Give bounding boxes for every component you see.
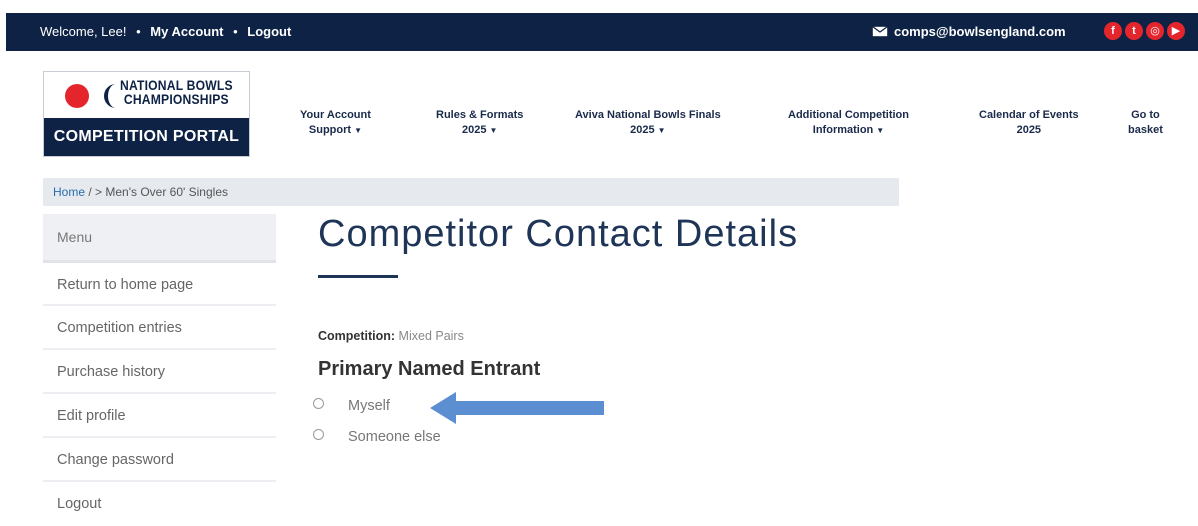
radio-option-myself[interactable]: Myself bbox=[313, 398, 390, 414]
sidebar-item-return-home[interactable]: Return to home page bbox=[43, 260, 276, 304]
nav-label: Support bbox=[308, 124, 352, 136]
nav-label: Calendar of Events bbox=[979, 109, 1079, 121]
logo-portal-text: COMPETITION PORTAL bbox=[44, 118, 249, 156]
nav-additional-competition-info[interactable]: Additional Competition Information ▼ bbox=[788, 108, 909, 138]
nav-calendar-of-events[interactable]: Calendar of Events 2025 bbox=[979, 108, 1079, 138]
nav-label: 2025 bbox=[1016, 124, 1042, 136]
sidebar-header: Menu bbox=[43, 214, 276, 260]
breadcrumb-home-link[interactable]: Home bbox=[53, 185, 85, 199]
nav-rules-formats[interactable]: Rules & Formats 2025 ▼ bbox=[436, 108, 523, 138]
competition-info: Competition: Mixed Pairs bbox=[318, 329, 464, 343]
youtube-icon[interactable]: ▶ bbox=[1167, 22, 1185, 40]
logo-brand-text: NATIONAL BOWLS CHAMPIONSHIPS bbox=[120, 79, 233, 107]
sidebar-item-logout[interactable]: Logout bbox=[43, 480, 276, 524]
sidebar-menu: Menu Return to home page Competition ent… bbox=[43, 214, 276, 524]
my-account-link[interactable]: My Account bbox=[150, 24, 223, 39]
site-logo[interactable]: NATIONAL BOWLS CHAMPIONSHIPS COMPETITION… bbox=[43, 71, 250, 157]
logo-top: NATIONAL BOWLS CHAMPIONSHIPS bbox=[44, 72, 249, 118]
bowls-logo-icon bbox=[65, 84, 116, 108]
nav-go-to-basket[interactable]: Go to basket bbox=[1128, 108, 1163, 138]
email-text: comps@bowlsengland.com bbox=[894, 24, 1066, 39]
page-title: Competitor Contact Details bbox=[318, 213, 799, 255]
nav-label: 2025 bbox=[462, 124, 487, 136]
breadcrumb: Home / > Men's Over 60' Singles bbox=[43, 178, 899, 206]
section-title: Primary Named Entrant bbox=[318, 358, 541, 380]
radio-button[interactable] bbox=[313, 398, 324, 409]
envelope-icon bbox=[872, 26, 888, 37]
facebook-icon[interactable]: f bbox=[1104, 22, 1122, 40]
separator: • bbox=[233, 24, 238, 39]
sidebar-item-edit-profile[interactable]: Edit profile bbox=[43, 392, 276, 436]
radio-label: Someone else bbox=[348, 429, 441, 445]
nav-your-account-support[interactable]: Your Account Support ▼ bbox=[300, 108, 371, 138]
nav-label: basket bbox=[1128, 124, 1163, 136]
top-bar: Welcome, Lee! • My Account • Logout comp… bbox=[6, 13, 1198, 51]
logo-line-2: CHAMPIONSHIPS bbox=[123, 92, 229, 107]
logout-link[interactable]: Logout bbox=[247, 24, 291, 39]
radio-label: Myself bbox=[348, 398, 390, 414]
title-underline bbox=[318, 275, 398, 278]
nav-aviva-finals[interactable]: Aviva National Bowls Finals 2025 ▼ bbox=[575, 108, 721, 138]
account-links: Welcome, Lee! • My Account • Logout bbox=[40, 24, 291, 39]
social-links: f t ◎ ▶ bbox=[1104, 22, 1185, 40]
breadcrumb-current: / > Men's Over 60' Singles bbox=[85, 185, 228, 199]
nav-label: 2025 bbox=[630, 124, 655, 136]
nav-label: Rules & Formats bbox=[436, 109, 524, 121]
chevron-down-icon: ▼ bbox=[489, 126, 498, 135]
radio-option-someone-else[interactable]: Someone else bbox=[313, 429, 441, 445]
twitter-icon[interactable]: t bbox=[1125, 22, 1143, 40]
nav-label: Aviva National Bowls Finals bbox=[575, 109, 721, 121]
competition-value: Mixed Pairs bbox=[395, 329, 464, 343]
instagram-icon[interactable]: ◎ bbox=[1146, 22, 1164, 40]
sidebar-item-change-password[interactable]: Change password bbox=[43, 436, 276, 480]
email-link[interactable]: comps@bowlsengland.com bbox=[872, 24, 1066, 39]
separator: • bbox=[136, 24, 141, 39]
sidebar-item-purchase-history[interactable]: Purchase history bbox=[43, 348, 276, 392]
nav-label: Additional Competition bbox=[788, 109, 909, 121]
nav-label: Information bbox=[812, 124, 874, 136]
annotation-arrow-icon bbox=[430, 392, 604, 424]
logo-line-1: NATIONAL BOWLS bbox=[120, 78, 233, 93]
radio-button[interactable] bbox=[313, 429, 324, 440]
nav-label: Your Account bbox=[300, 109, 371, 121]
nav-label: Go to bbox=[1131, 109, 1160, 121]
competition-label: Competition: bbox=[318, 329, 396, 343]
chevron-down-icon: ▼ bbox=[354, 126, 362, 135]
chevron-down-icon: ▼ bbox=[876, 126, 885, 135]
welcome-text: Welcome, Lee! bbox=[40, 24, 127, 39]
chevron-down-icon: ▼ bbox=[657, 126, 666, 135]
sidebar-item-competition-entries[interactable]: Competition entries bbox=[43, 304, 276, 348]
